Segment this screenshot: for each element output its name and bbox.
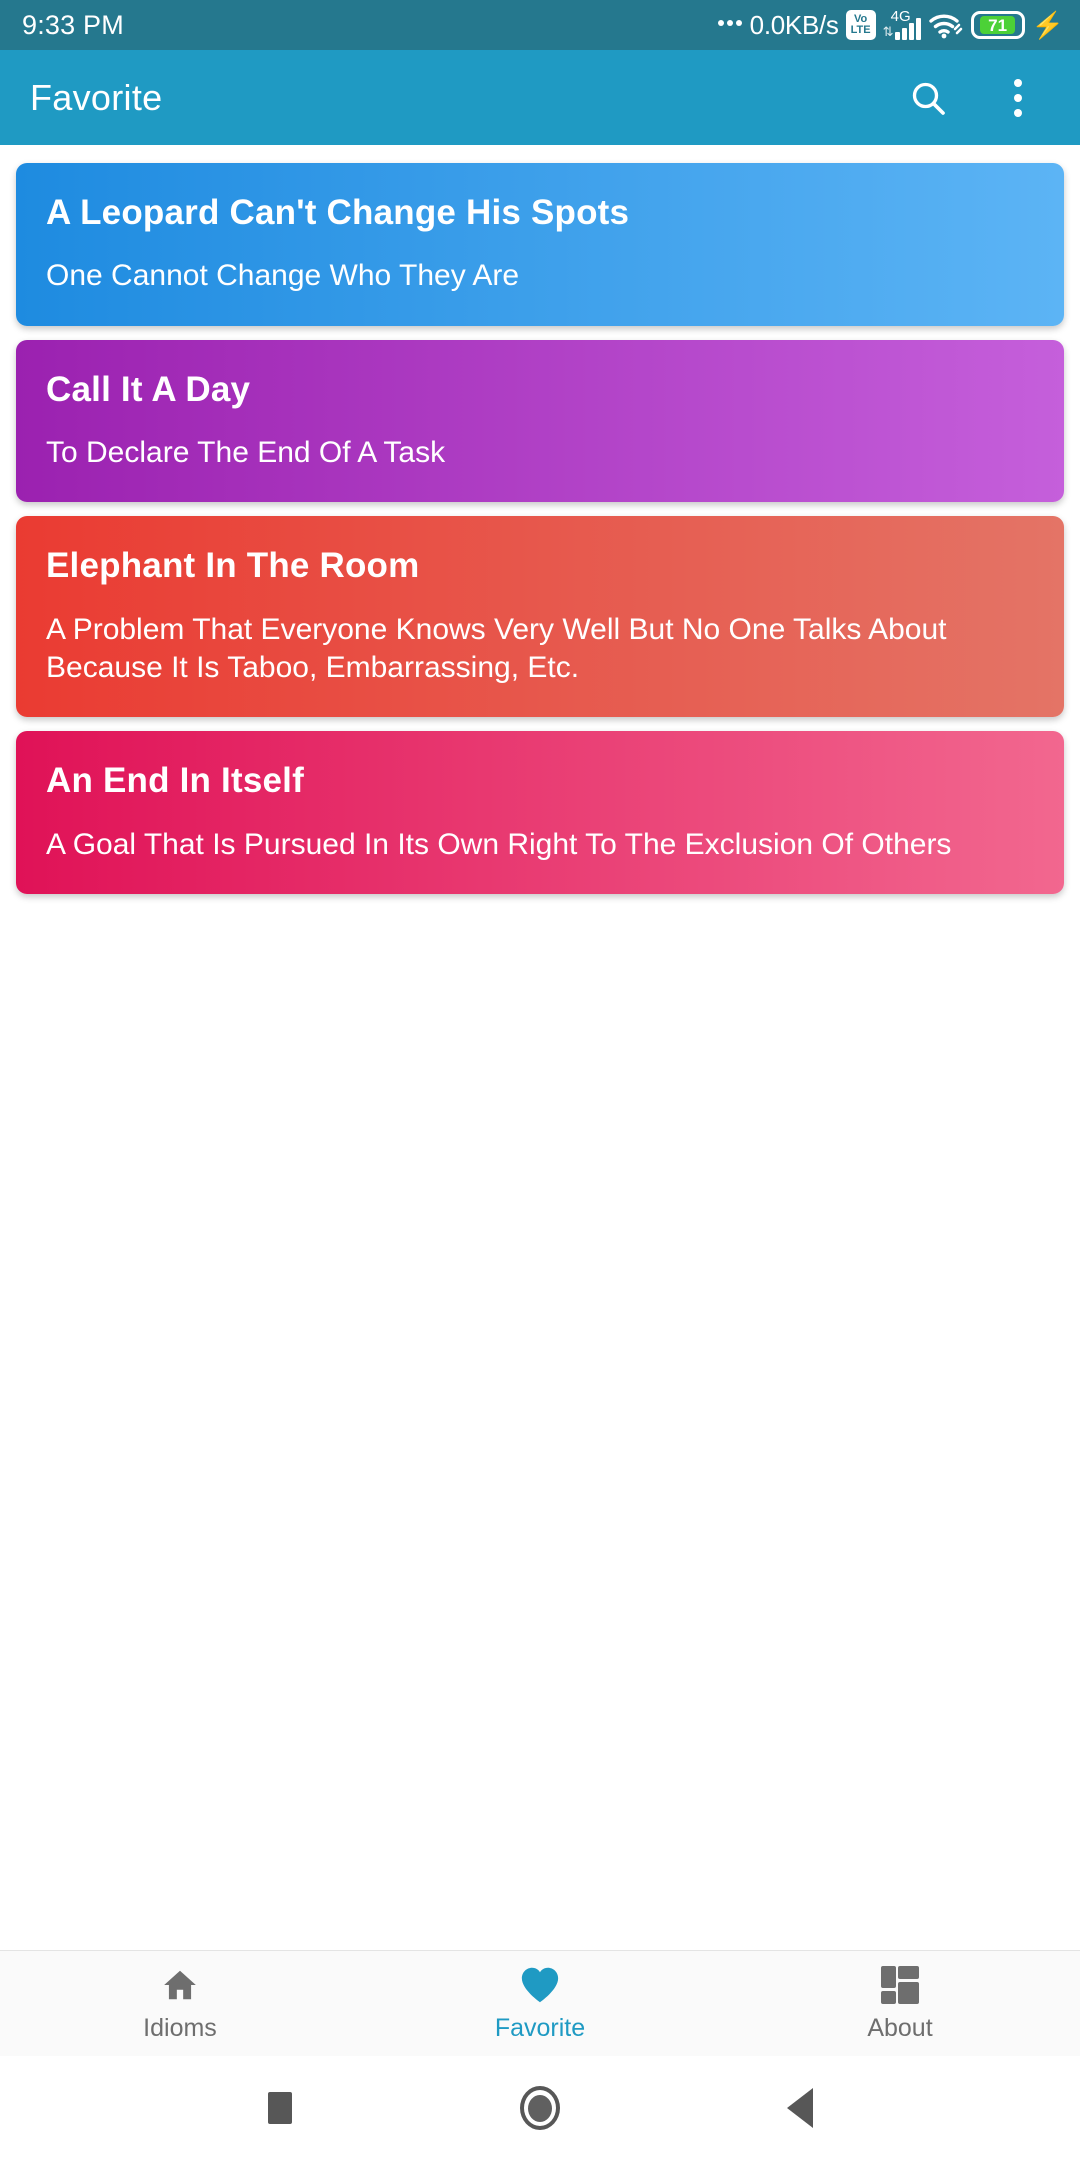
volte-icon: Vo LTE xyxy=(845,10,876,40)
home-icon xyxy=(160,1965,200,2005)
network-speed-label: 0.0KB/s xyxy=(749,9,839,40)
more-vertical-icon xyxy=(1014,78,1022,117)
overflow-menu-button[interactable] xyxy=(982,62,1054,134)
search-button[interactable] xyxy=(892,62,964,134)
triangle-back-icon xyxy=(787,2088,813,2128)
list-item[interactable]: A Leopard Can't Change His Spots One Can… xyxy=(16,163,1064,326)
battery-icon: 71 xyxy=(970,11,1025,39)
signal-bars-icon: 4G ⇅ xyxy=(882,8,921,40)
battery-percent-label: 71 xyxy=(988,15,1008,35)
app-bar: Favorite xyxy=(0,50,1080,145)
status-bar-icons: 0.0KB/s Vo LTE 4G ⇅ 71 ⚡ xyxy=(717,8,1064,41)
speed-dots-icon xyxy=(717,20,742,30)
nav-item-about[interactable]: About xyxy=(720,1951,1080,2056)
list-item[interactable]: Call It A Day To Declare The End Of A Ta… xyxy=(16,339,1064,503)
idiom-meaning: A Problem That Everyone Knows Very Well … xyxy=(46,612,947,684)
list-item[interactable]: An End In Itself A Goal That Is Pursued … xyxy=(16,731,1064,894)
page-title: Favorite xyxy=(30,76,163,118)
heart-icon xyxy=(519,1965,561,2005)
app-bar-actions xyxy=(892,62,1054,134)
app-root: 9:33 PM 0.0KB/s Vo LTE 4G ⇅ 71 ⚡ Favorit… xyxy=(0,0,1080,2160)
favorites-list[interactable]: A Leopard Can't Change His Spots One Can… xyxy=(0,145,1080,1950)
nav-label-about: About xyxy=(867,2013,933,2042)
idiom-title: A Leopard Can't Change His Spots xyxy=(46,193,630,232)
square-icon xyxy=(268,2092,292,2124)
dashboard-icon xyxy=(881,1965,919,2005)
idiom-meaning: A Goal That Is Pursued In Its Own Right … xyxy=(46,827,952,861)
idiom-meaning: One Cannot Change Who They Are xyxy=(46,259,520,293)
recents-button[interactable] xyxy=(235,2063,325,2153)
idiom-title: An End In Itself xyxy=(46,761,304,801)
volte-bottom-label: LTE xyxy=(850,24,871,36)
nav-item-idioms[interactable]: Idioms xyxy=(0,1951,360,2056)
wifi-icon xyxy=(928,10,964,40)
list-item[interactable]: Elephant In The Room A Problem That Ever… xyxy=(16,516,1064,718)
idiom-meaning: To Declare The End Of A Task xyxy=(46,435,446,469)
nav-label-idioms: Idioms xyxy=(143,2013,217,2042)
network-type-label: 4G xyxy=(890,8,911,25)
status-bar: 9:33 PM 0.0KB/s Vo LTE 4G ⇅ 71 ⚡ xyxy=(0,0,1080,50)
back-button[interactable] xyxy=(755,2063,845,2153)
bottom-navigation: Idioms Favorite About xyxy=(0,1950,1080,2056)
circle-icon xyxy=(520,2086,560,2130)
idiom-title: Call It A Day xyxy=(46,369,251,409)
system-navigation-bar xyxy=(0,2056,1080,2160)
nav-label-favorite: Favorite xyxy=(494,2013,586,2042)
status-bar-clock: 9:33 PM xyxy=(22,9,124,40)
nav-item-favorite[interactable]: Favorite xyxy=(360,1951,720,2056)
battery-fill: 71 xyxy=(980,15,1015,35)
charging-bolt-icon: ⚡ xyxy=(1031,10,1064,40)
idiom-title: Elephant In The Room xyxy=(46,546,420,586)
data-arrows-icon: ⇅ xyxy=(882,24,894,39)
search-icon xyxy=(912,82,945,115)
home-button[interactable] xyxy=(495,2063,585,2153)
